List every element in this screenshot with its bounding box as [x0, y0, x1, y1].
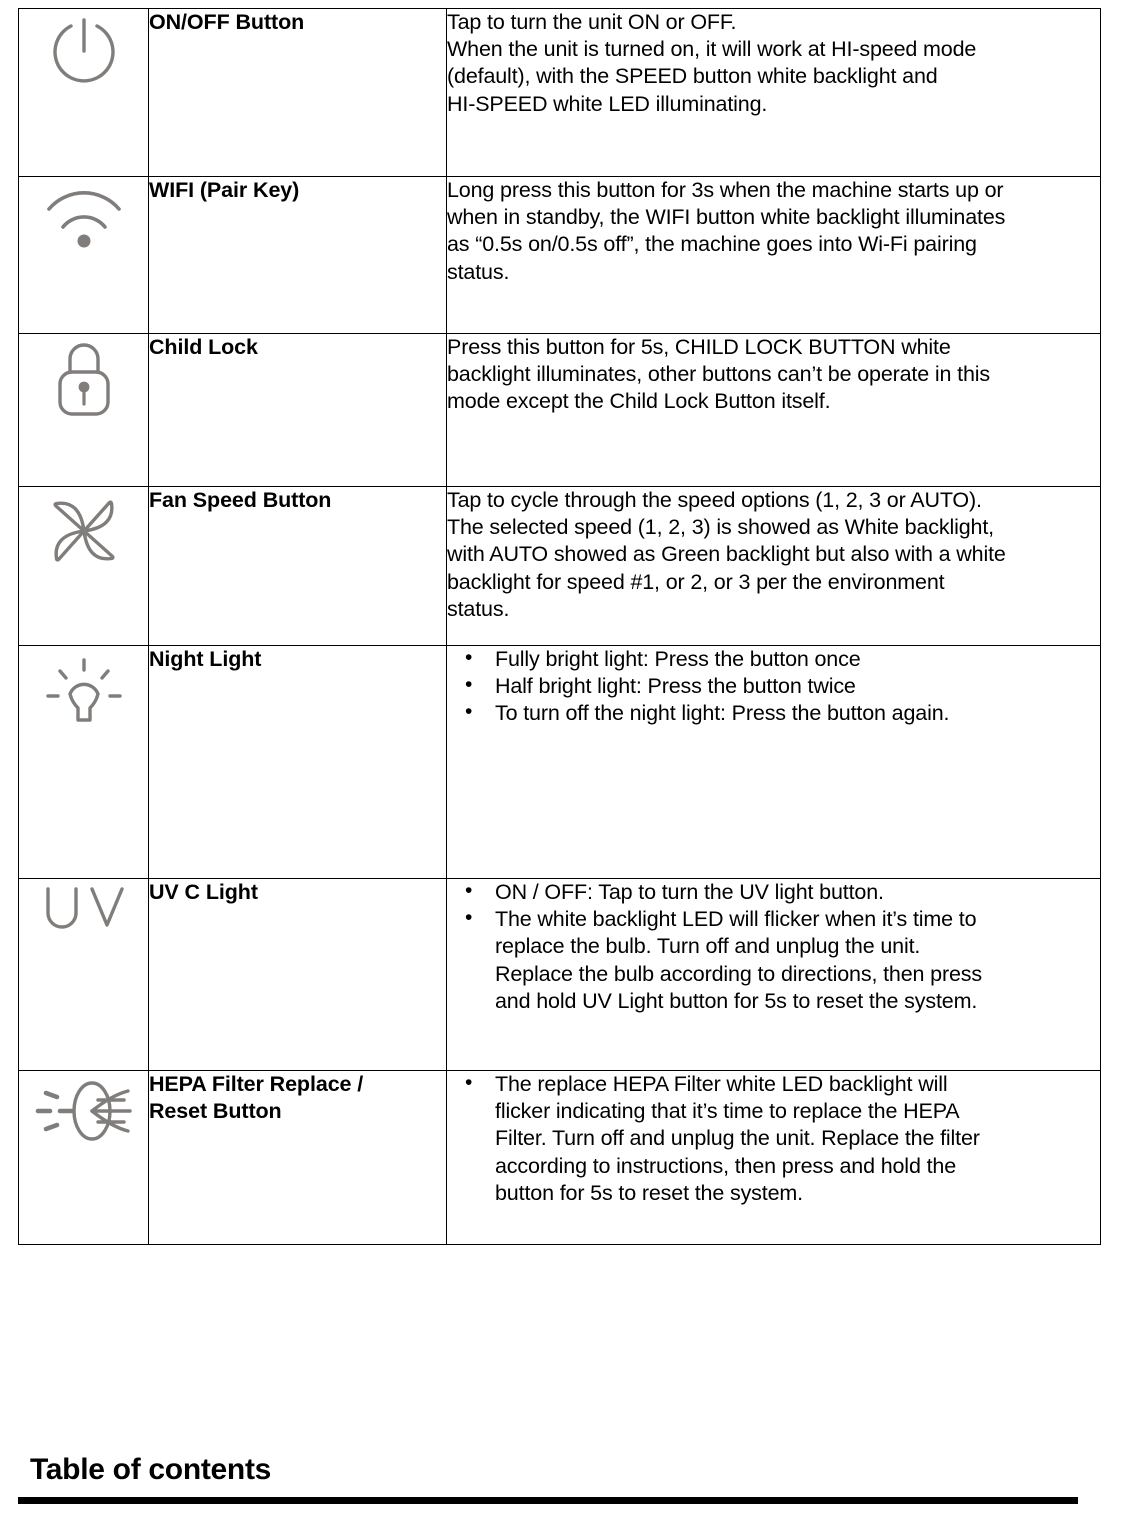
row-label: ON/OFF Button [149, 10, 305, 34]
bullet-list: • Fully bright light: Press the button o… [447, 646, 1100, 728]
bullet-line: according to instructions, then press an… [495, 1153, 957, 1178]
desc-cell-fan-speed: Tap to cycle through the speed options (… [446, 486, 1101, 646]
table-row: Fan Speed Button Tap to cycle through th… [18, 486, 1101, 646]
power-icon [43, 9, 125, 91]
control-buttons-table: ON/OFF Button Tap to turn the unit ON or… [18, 8, 1101, 1245]
desc-line: When the unit is turned on, it will work… [447, 37, 977, 62]
desc-line: status. [447, 596, 510, 621]
row-label: UV C Light [149, 880, 258, 904]
bullet-line: The white backlight LED will flicker whe… [495, 907, 977, 932]
label-cell-night-light: Night Light [148, 645, 447, 879]
icon-cell-uv-light [18, 878, 149, 1071]
list-item: • Half bright light: Press the button tw… [447, 673, 1100, 700]
fan-icon [40, 487, 128, 575]
desc-line: with AUTO showed as Green backlight but … [447, 542, 1006, 567]
desc-line: when in standby, the WIFI button white b… [447, 205, 1006, 230]
bullet-line: Filter. Turn off and unplug the unit. Re… [495, 1126, 980, 1151]
label-cell-child-lock: Child Lock [148, 333, 447, 487]
bullet-line: button for 5s to reset the system. [495, 1180, 803, 1205]
desc-line: Tap to cycle through the speed options (… [447, 488, 982, 512]
desc-line: HI-SPEED white LED illuminating. [447, 91, 768, 116]
desc-cell-uv-light: • ON / OFF: Tap to turn the UV light but… [446, 878, 1101, 1071]
desc-line: (default), with the SPEED button white b… [447, 64, 938, 89]
divider [18, 1497, 1078, 1504]
desc-cell-hepa-filter: • The replace HEPA Filter white LED back… [446, 1070, 1101, 1245]
row-label: Fan Speed Button [149, 488, 332, 512]
icon-cell-child-lock [18, 333, 149, 487]
bullet-line: The replace HEPA Filter white LED backli… [495, 1072, 948, 1096]
bullet-glyph: • [465, 1071, 473, 1094]
label-cell-fan-speed: Fan Speed Button [148, 486, 447, 646]
desc-line: as “0.5s on/0.5s off”, the machine goes … [447, 232, 977, 257]
label-cell-hepa-filter: HEPA Filter Replace / Reset Button [148, 1070, 447, 1245]
table-row: Child Lock Press this button for 5s, CHI… [18, 333, 1101, 487]
list-item: • Fully bright light: Press the button o… [447, 646, 1100, 673]
bullet-line: flicker indicating that it’s time to rep… [495, 1099, 960, 1124]
icon-cell-power [18, 8, 149, 177]
bullet-line: Replace the bulb according to directions… [495, 961, 982, 986]
desc-cell-child-lock: Press this button for 5s, CHILD LOCK BUT… [446, 333, 1101, 487]
desc-cell-on-off: Tap to turn the unit ON or OFF. When the… [446, 8, 1101, 177]
table-row: WIFI (Pair Key) Long press this button f… [18, 176, 1101, 334]
bullet-list: • The replace HEPA Filter white LED back… [447, 1071, 1100, 1207]
desc-line: status. [447, 259, 510, 284]
lock-icon [46, 334, 122, 426]
list-item: • ON / OFF: Tap to turn the UV light but… [447, 879, 1100, 906]
bullet-line: and hold UV Light button for 5s to reset… [495, 988, 978, 1013]
bullet-line: Half bright light: Press the button twic… [495, 674, 856, 699]
label-cell-uv-light: UV C Light [148, 878, 447, 1071]
desc-line: Long press this button for 3s when the m… [447, 178, 1004, 202]
row-label: Night Light [149, 647, 262, 671]
desc-line: Press this button for 5s, CHILD LOCK BUT… [447, 335, 951, 359]
list-item: • The white backlight LED will flicker w… [447, 906, 1100, 1015]
icon-cell-hepa-filter [18, 1070, 149, 1245]
list-item: • The replace HEPA Filter white LED back… [447, 1071, 1100, 1207]
bullet-glyph: • [465, 906, 473, 930]
desc-line: mode except the Child Lock Button itself… [447, 389, 831, 414]
desc-cell-night-light: • Fully bright light: Press the button o… [446, 645, 1101, 879]
list-item: • To turn off the night light: Press the… [447, 700, 1100, 727]
bullet-line: Fully bright light: Press the button onc… [495, 647, 861, 671]
document-page: ON/OFF Button Tap to turn the unit ON or… [0, 0, 1122, 1514]
label-cell-wifi: WIFI (Pair Key) [148, 176, 447, 334]
label-cell-on-off: ON/OFF Button [148, 8, 447, 177]
bullet-line: To turn off the night light: Press the b… [495, 701, 950, 726]
table-row: UV C Light • ON / OFF: Tap to turn the U… [18, 878, 1101, 1071]
desc-line: backlight for speed #1, or 2, or 3 per t… [447, 569, 945, 594]
uv-icon [32, 879, 136, 939]
row-label-line: HEPA Filter Replace / [149, 1072, 364, 1096]
wifi-icon [39, 177, 129, 253]
bullet-glyph: • [465, 879, 473, 902]
bullet-glyph: • [465, 646, 473, 669]
bullet-line: replace the bulb. Turn off and unplug th… [495, 934, 921, 959]
row-label: Child Lock [149, 335, 258, 359]
page-title: Table of contents [30, 1453, 272, 1486]
desc-line: Tap to turn the unit ON or OFF. [447, 10, 737, 34]
bullet-glyph: • [465, 673, 473, 697]
bullet-glyph: • [465, 700, 473, 724]
icon-cell-night-light [18, 645, 149, 879]
icon-cell-wifi [18, 176, 149, 334]
table-row: HEPA Filter Replace / Reset Button • The… [18, 1070, 1101, 1245]
row-label: WIFI (Pair Key) [149, 178, 300, 202]
bullet-line: ON / OFF: Tap to turn the UV light butto… [495, 880, 884, 904]
row-label-line: Reset Button [149, 1099, 282, 1124]
table-row: ON/OFF Button Tap to turn the unit ON or… [18, 8, 1101, 177]
table-row: Night Light • Fully bright light: Press … [18, 645, 1101, 879]
desc-line: backlight illuminates, other buttons can… [447, 362, 991, 387]
desc-cell-wifi: Long press this button for 3s when the m… [446, 176, 1101, 334]
icon-cell-fan-speed [18, 486, 149, 646]
hepa-filter-icon [28, 1071, 140, 1151]
night-light-icon [36, 646, 132, 740]
desc-line: The selected speed (1, 2, 3) is showed a… [447, 515, 995, 540]
bullet-list: • ON / OFF: Tap to turn the UV light but… [447, 879, 1100, 1015]
